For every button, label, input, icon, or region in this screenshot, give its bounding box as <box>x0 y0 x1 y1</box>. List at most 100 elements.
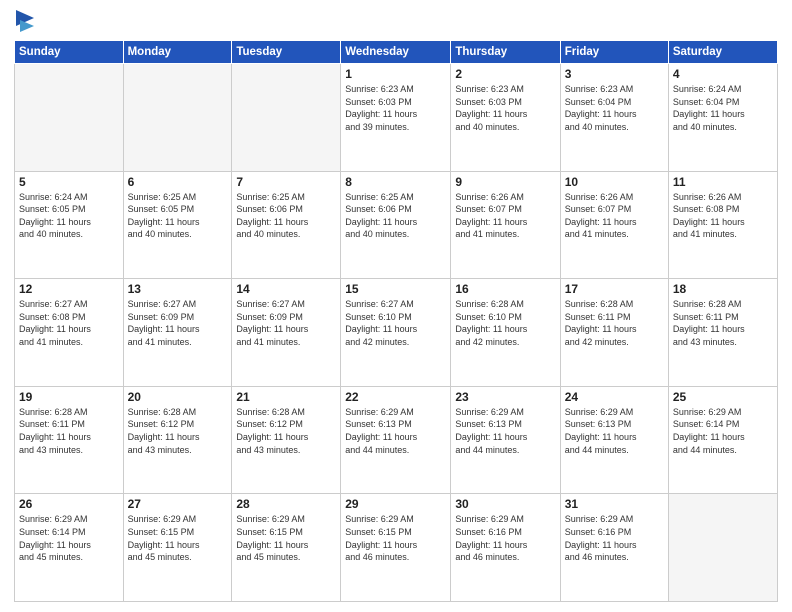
calendar-cell: 30 Sunrise: 6:29 AMSunset: 6:16 PMDayligh… <box>451 494 560 602</box>
day-info: Sunrise: 6:28 AMSunset: 6:12 PMDaylight:… <box>128 406 228 456</box>
day-number: 5 <box>19 175 119 189</box>
calendar-cell: 15 Sunrise: 6:27 AMSunset: 6:10 PMDayligh… <box>341 279 451 387</box>
col-header-monday: Monday <box>123 41 232 64</box>
header <box>14 10 778 32</box>
day-info: Sunrise: 6:29 AMSunset: 6:15 PMDaylight:… <box>345 513 446 563</box>
calendar-cell: 14Sunrise: 6:27 AMSunset: 6:09 PMDayligh… <box>232 279 341 387</box>
day-number: 3 <box>565 67 664 81</box>
col-header-tuesday: Tuesday <box>232 41 341 64</box>
calendar-cell: 16Sunrise: 6:28 AMSunset: 6:10 PMDayligh… <box>451 279 560 387</box>
day-info: Sunrise: 6:28 AMSunset: 6:11 PMDaylight:… <box>19 406 119 456</box>
day-number: 20 <box>128 390 228 404</box>
calendar-cell: 19 Sunrise: 6:28 AMSunset: 6:11 PMDayligh… <box>15 386 124 494</box>
day-number: 10 <box>565 175 664 189</box>
calendar-header-row: SundayMondayTuesdayWednesdayThursdayFrid… <box>15 41 778 64</box>
day-info: Sunrise: 6:23 AMSunset: 6:03 PMDaylight:… <box>455 83 555 133</box>
day-info: Sunrise: 6:29 AMSunset: 6:15 PMDaylight:… <box>236 513 336 563</box>
week-row-3: 12Sunrise: 6:27 AMSunset: 6:08 PMDayligh… <box>15 279 778 387</box>
day-info: Sunrise: 6:27 AMSunset: 6:09 PMDaylight:… <box>128 298 228 348</box>
calendar-cell: 1 Sunrise: 6:23 AMSunset: 6:03 PMDaylight… <box>341 64 451 172</box>
day-info: Sunrise: 6:24 AMSunset: 6:05 PMDaylight:… <box>19 191 119 241</box>
day-number: 19 <box>19 390 119 404</box>
col-header-saturday: Saturday <box>668 41 777 64</box>
calendar-cell: 12Sunrise: 6:27 AMSunset: 6:08 PMDayligh… <box>15 279 124 387</box>
day-number: 7 <box>236 175 336 189</box>
calendar-cell: 22 Sunrise: 6:29 AMSunset: 6:13 PMDayligh… <box>341 386 451 494</box>
day-number: 30 <box>455 497 555 511</box>
week-row-5: 26Sunrise: 6:29 AMSunset: 6:14 PMDayligh… <box>15 494 778 602</box>
day-number: 29 <box>345 497 446 511</box>
calendar-cell: 17Sunrise: 6:28 AMSunset: 6:11 PMDayligh… <box>560 279 668 387</box>
day-number: 11 <box>673 175 773 189</box>
day-number: 27 <box>128 497 228 511</box>
calendar-cell: 10 Sunrise: 6:26 AMSunset: 6:07 PMDayligh… <box>560 171 668 279</box>
day-info: Sunrise: 6:29 AMSunset: 6:13 PMDaylight:… <box>565 406 664 456</box>
day-info: Sunrise: 6:25 AMSunset: 6:06 PMDaylight:… <box>345 191 446 241</box>
calendar-cell: 28 Sunrise: 6:29 AMSunset: 6:15 PMDayligh… <box>232 494 341 602</box>
calendar-cell <box>232 64 341 172</box>
calendar-cell: 7 Sunrise: 6:25 AMSunset: 6:06 PMDaylight… <box>232 171 341 279</box>
col-header-thursday: Thursday <box>451 41 560 64</box>
day-info: Sunrise: 6:28 AMSunset: 6:12 PMDaylight:… <box>236 406 336 456</box>
day-number: 4 <box>673 67 773 81</box>
day-number: 25 <box>673 390 773 404</box>
day-number: 6 <box>128 175 228 189</box>
day-number: 17 <box>565 282 664 296</box>
day-number: 1 <box>345 67 446 81</box>
day-info: Sunrise: 6:23 AMSunset: 6:03 PMDaylight:… <box>345 83 446 133</box>
day-info: Sunrise: 6:28 AMSunset: 6:11 PMDaylight:… <box>673 298 773 348</box>
day-info: Sunrise: 6:29 AMSunset: 6:16 PMDaylight:… <box>565 513 664 563</box>
day-number: 15 <box>345 282 446 296</box>
day-number: 14 <box>236 282 336 296</box>
day-info: Sunrise: 6:25 AMSunset: 6:05 PMDaylight:… <box>128 191 228 241</box>
calendar-cell: 24Sunrise: 6:29 AMSunset: 6:13 PMDayligh… <box>560 386 668 494</box>
calendar-cell <box>668 494 777 602</box>
day-number: 28 <box>236 497 336 511</box>
day-info: Sunrise: 6:29 AMSunset: 6:13 PMDaylight:… <box>455 406 555 456</box>
day-number: 31 <box>565 497 664 511</box>
calendar-cell: 21 Sunrise: 6:28 AMSunset: 6:12 PMDayligh… <box>232 386 341 494</box>
day-info: Sunrise: 6:27 AMSunset: 6:10 PMDaylight:… <box>345 298 446 348</box>
calendar-cell: 2 Sunrise: 6:23 AMSunset: 6:03 PMDaylight… <box>451 64 560 172</box>
day-info: Sunrise: 6:29 AMSunset: 6:14 PMDaylight:… <box>19 513 119 563</box>
calendar-cell: 11 Sunrise: 6:26 AMSunset: 6:08 PMDayligh… <box>668 171 777 279</box>
day-info: Sunrise: 6:25 AMSunset: 6:06 PMDaylight:… <box>236 191 336 241</box>
day-info: Sunrise: 6:26 AMSunset: 6:07 PMDaylight:… <box>455 191 555 241</box>
day-number: 18 <box>673 282 773 296</box>
calendar-cell: 13Sunrise: 6:27 AMSunset: 6:09 PMDayligh… <box>123 279 232 387</box>
calendar-cell: 9Sunrise: 6:26 AMSunset: 6:07 PMDaylight… <box>451 171 560 279</box>
day-info: Sunrise: 6:26 AMSunset: 6:08 PMDaylight:… <box>673 191 773 241</box>
calendar-cell: 5 Sunrise: 6:24 AMSunset: 6:05 PMDaylight… <box>15 171 124 279</box>
calendar-cell: 26Sunrise: 6:29 AMSunset: 6:14 PMDayligh… <box>15 494 124 602</box>
day-info: Sunrise: 6:29 AMSunset: 6:16 PMDaylight:… <box>455 513 555 563</box>
day-number: 23 <box>455 390 555 404</box>
day-info: Sunrise: 6:24 AMSunset: 6:04 PMDaylight:… <box>673 83 773 133</box>
week-row-4: 19 Sunrise: 6:28 AMSunset: 6:11 PMDayligh… <box>15 386 778 494</box>
day-number: 21 <box>236 390 336 404</box>
calendar-cell: 27 Sunrise: 6:29 AMSunset: 6:15 PMDayligh… <box>123 494 232 602</box>
week-row-2: 5 Sunrise: 6:24 AMSunset: 6:05 PMDaylight… <box>15 171 778 279</box>
day-info: Sunrise: 6:29 AMSunset: 6:13 PMDaylight:… <box>345 406 446 456</box>
week-row-1: 1 Sunrise: 6:23 AMSunset: 6:03 PMDaylight… <box>15 64 778 172</box>
calendar-cell: 8 Sunrise: 6:25 AMSunset: 6:06 PMDaylight… <box>341 171 451 279</box>
calendar-cell: 4 Sunrise: 6:24 AMSunset: 6:04 PMDaylight… <box>668 64 777 172</box>
calendar-cell: 31 Sunrise: 6:29 AMSunset: 6:16 PMDayligh… <box>560 494 668 602</box>
day-info: Sunrise: 6:28 AMSunset: 6:10 PMDaylight:… <box>455 298 555 348</box>
day-info: Sunrise: 6:29 AMSunset: 6:14 PMDaylight:… <box>673 406 773 456</box>
day-info: Sunrise: 6:26 AMSunset: 6:07 PMDaylight:… <box>565 191 664 241</box>
col-header-wednesday: Wednesday <box>341 41 451 64</box>
col-header-friday: Friday <box>560 41 668 64</box>
calendar-cell <box>15 64 124 172</box>
day-number: 22 <box>345 390 446 404</box>
day-info: Sunrise: 6:23 AMSunset: 6:04 PMDaylight:… <box>565 83 664 133</box>
day-number: 8 <box>345 175 446 189</box>
calendar-cell: 6 Sunrise: 6:25 AMSunset: 6:05 PMDaylight… <box>123 171 232 279</box>
calendar-cell: 23 Sunrise: 6:29 AMSunset: 6:13 PMDayligh… <box>451 386 560 494</box>
calendar-cell: 18 Sunrise: 6:28 AMSunset: 6:11 PMDayligh… <box>668 279 777 387</box>
calendar-cell: 25 Sunrise: 6:29 AMSunset: 6:14 PMDayligh… <box>668 386 777 494</box>
day-info: Sunrise: 6:29 AMSunset: 6:15 PMDaylight:… <box>128 513 228 563</box>
calendar-cell <box>123 64 232 172</box>
logo <box>14 10 34 32</box>
day-number: 2 <box>455 67 555 81</box>
calendar-cell: 3 Sunrise: 6:23 AMSunset: 6:04 PMDaylight… <box>560 64 668 172</box>
